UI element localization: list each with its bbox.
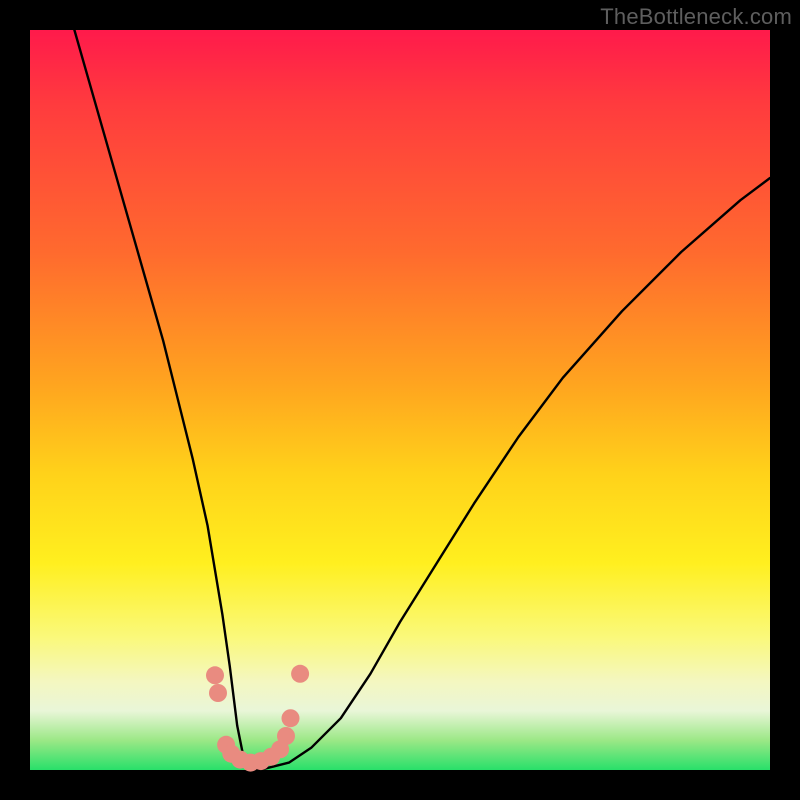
- highlight-dot: [277, 727, 295, 745]
- bottleneck-curve: [74, 30, 770, 770]
- highlight-dot: [209, 684, 227, 702]
- plot-frame: [30, 30, 770, 770]
- plot-svg: [30, 30, 770, 770]
- highlight-dot: [291, 665, 309, 683]
- highlight-dot: [206, 666, 224, 684]
- highlight-dots: [206, 665, 309, 772]
- highlight-dot: [282, 709, 300, 727]
- watermark-text: TheBottleneck.com: [600, 4, 792, 30]
